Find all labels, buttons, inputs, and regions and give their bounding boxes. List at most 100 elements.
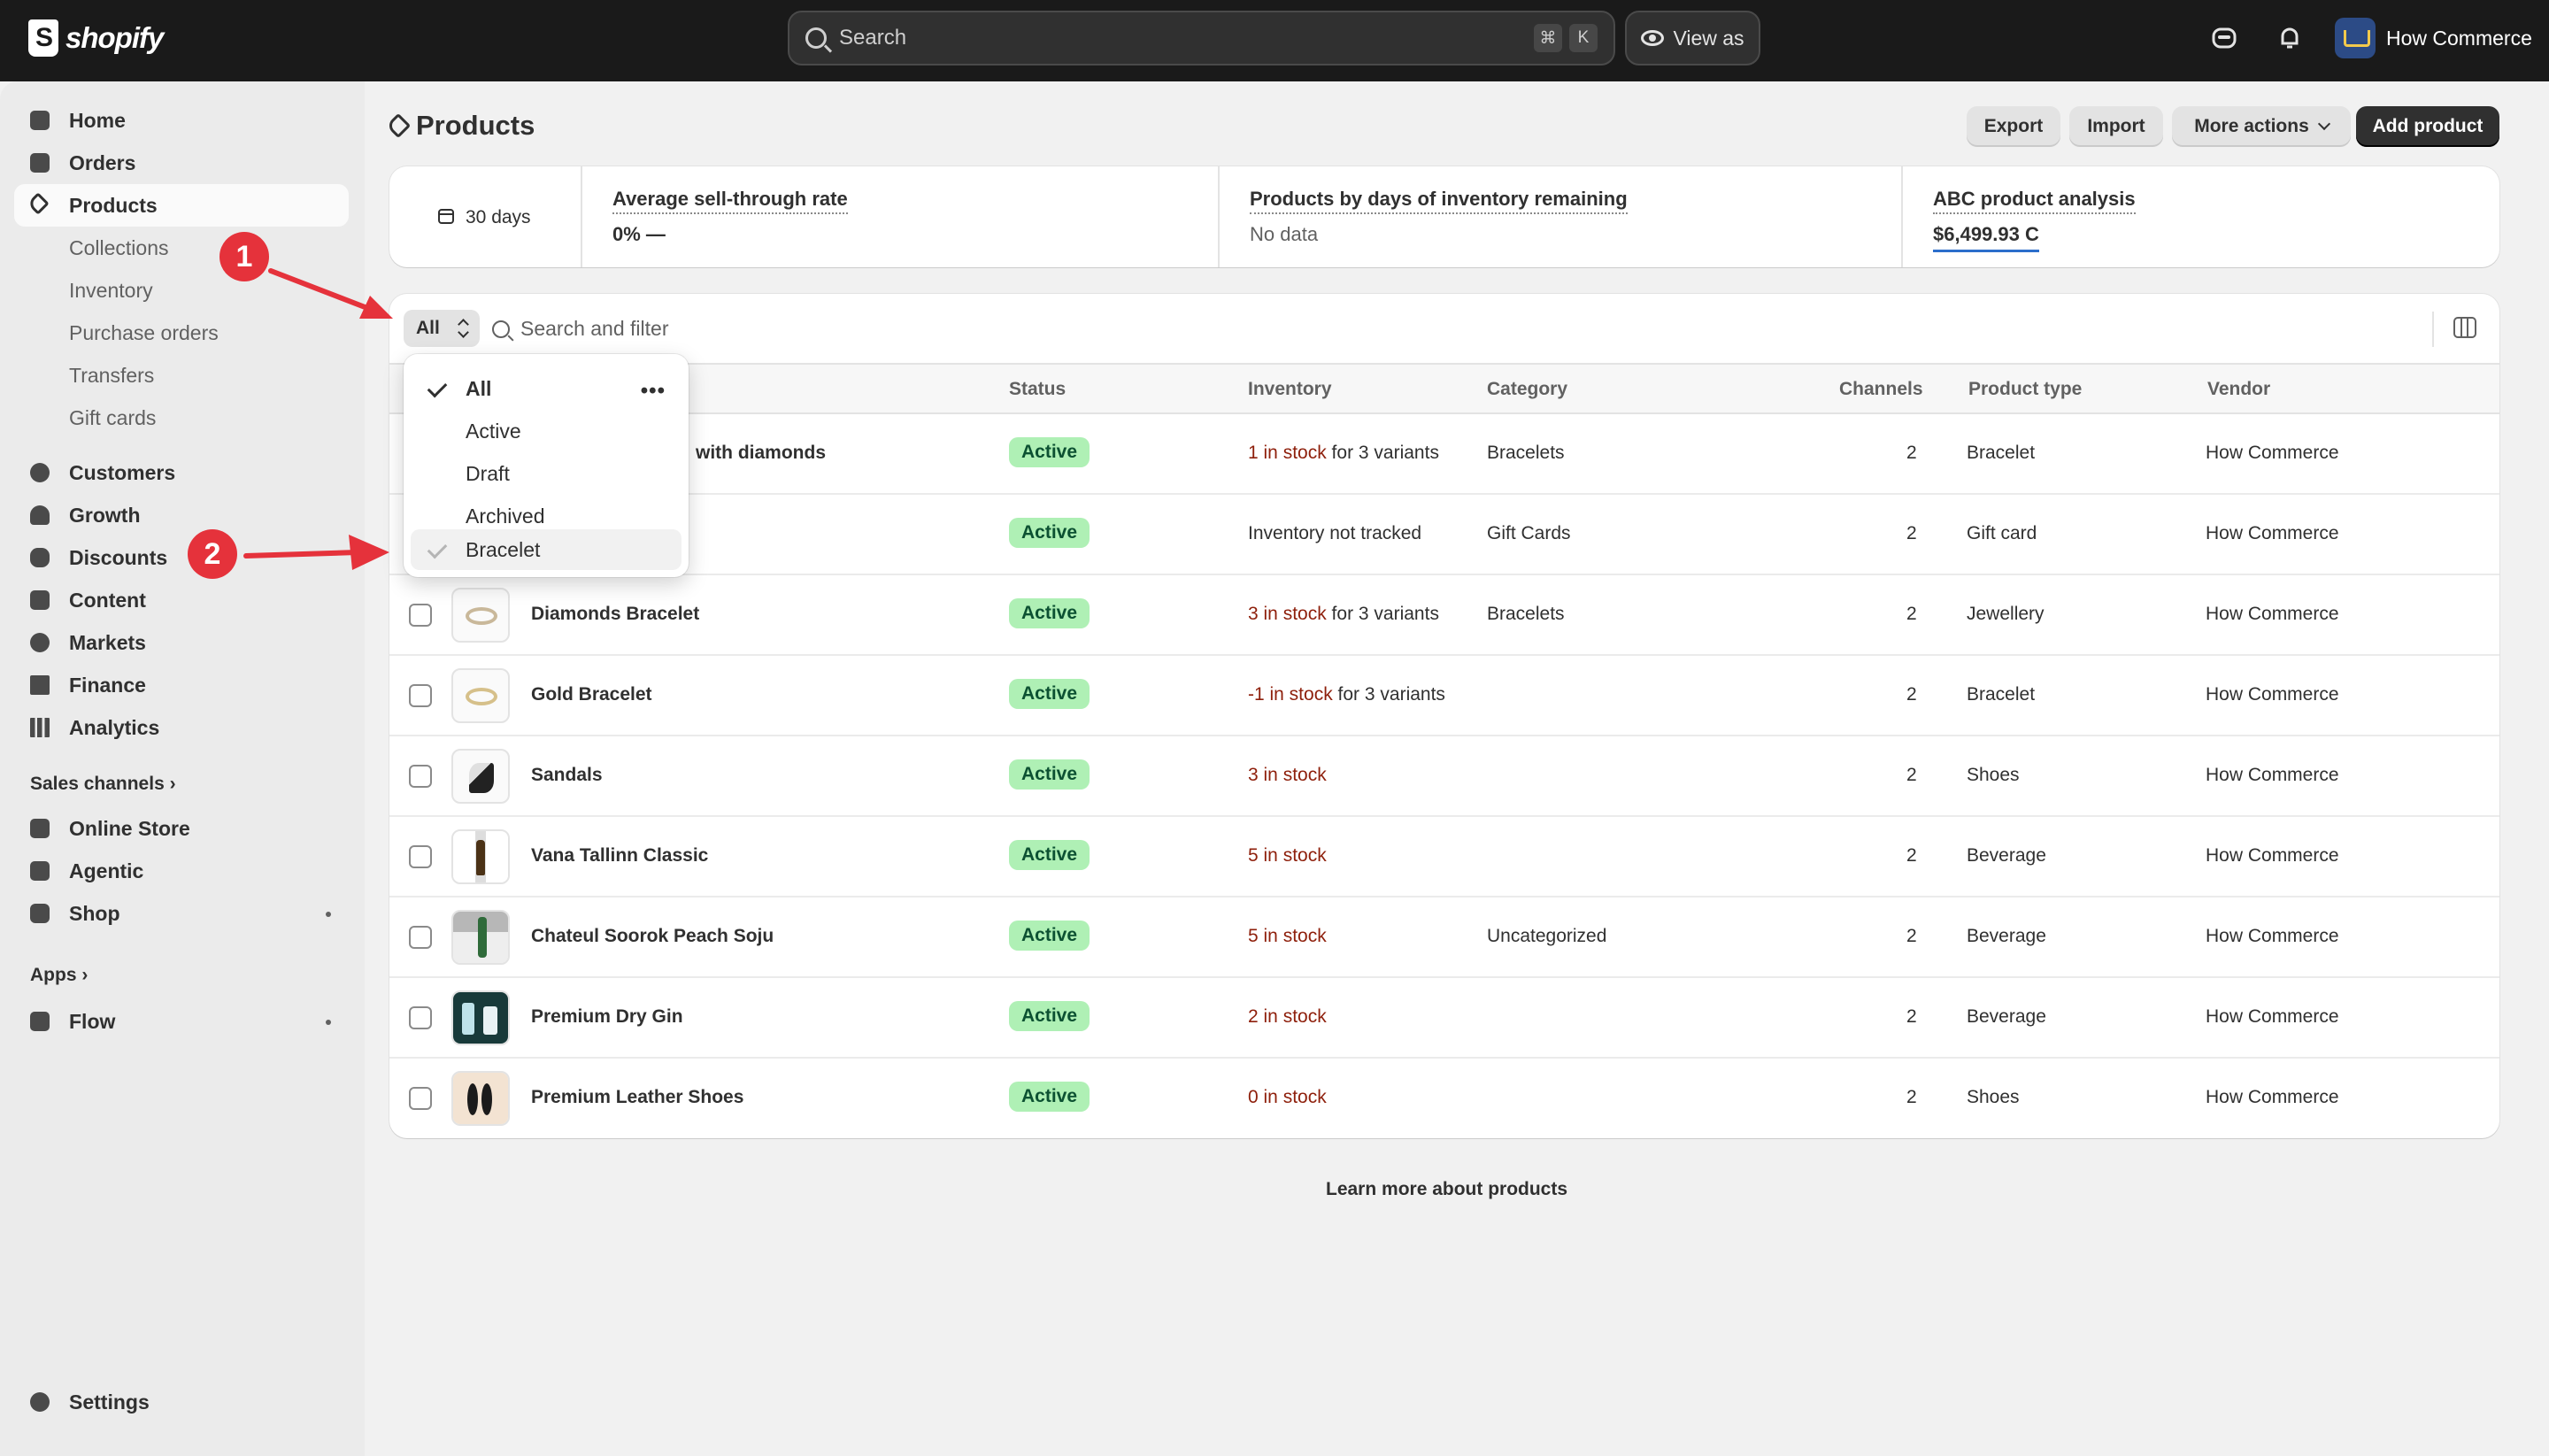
dropdown-item-bracelet[interactable]: Bracelet: [411, 529, 682, 570]
row-checkbox[interactable]: [409, 1006, 432, 1029]
header-channels[interactable]: Channels: [1839, 379, 1923, 400]
row-checkbox[interactable]: [409, 845, 432, 868]
row-checkbox[interactable]: [409, 1087, 432, 1110]
more-horizontal-icon[interactable]: •••: [641, 379, 666, 404]
add-product-button[interactable]: Add product: [2356, 106, 2499, 147]
header-status[interactable]: Status: [1009, 379, 1066, 400]
sidebar-item-settings[interactable]: Settings: [14, 1381, 349, 1423]
sidekick-icon[interactable]: [2211, 25, 2237, 51]
sidebar-item-gift-cards[interactable]: Gift cards: [14, 397, 349, 439]
header-product-type[interactable]: Product type: [1968, 379, 2082, 400]
sidebar-item-home[interactable]: Home: [14, 99, 349, 142]
dropdown-item-label: All: [466, 376, 492, 400]
product-type-cell: Shoes: [1967, 765, 2020, 785]
table-row[interactable]: Premium Dry Gin Active 2 in stock 2 Beverage…: [389, 978, 2499, 1059]
channels-cell: 2: [1906, 765, 1917, 785]
sidebar-item-online-store[interactable]: Online Store: [14, 807, 349, 850]
dropdown-item-draft[interactable]: Draft: [411, 453, 682, 494]
product-name[interactable]: Premium Leather Shoes: [531, 1087, 743, 1108]
sidebar-item-customers[interactable]: Customers: [14, 451, 349, 494]
product-thumbnail[interactable]: [451, 829, 510, 884]
metric-abc-analysis[interactable]: ABC product analysis $6,499.93 C: [1903, 166, 2499, 267]
gear-icon: [30, 1392, 50, 1412]
shopify-logo[interactable]: shopify: [28, 19, 164, 57]
header-vendor[interactable]: Vendor: [2207, 379, 2270, 400]
product-type-cell: Beverage: [1967, 1006, 2046, 1027]
table-row[interactable]: Sandals Active 3 in stock 2 Shoes How Commerc…: [389, 736, 2499, 817]
sidebar-item-finance[interactable]: Finance: [14, 664, 349, 706]
table-row[interactable]: Diamonds Bracelet Active 3 in stock for 3 …: [389, 575, 2499, 656]
table-row[interactable]: Chateul Soorok Peach Soju Active 5 in stoc…: [389, 897, 2499, 978]
inventory-cell: 3 in stock for 3 variants: [1248, 604, 1439, 625]
apps-heading[interactable]: Apps ›: [30, 965, 88, 986]
category-cell: Gift Cards: [1487, 523, 1571, 543]
sidebar-item-flow[interactable]: Flow: [14, 1000, 349, 1043]
dropdown-item-all[interactable]: All •••: [411, 368, 682, 409]
view-as-button[interactable]: View as: [1625, 11, 1760, 65]
columns-icon[interactable]: [2453, 317, 2476, 338]
table-row[interactable]: Gold Bracelet Active -1 in stock for 3 var…: [389, 656, 2499, 736]
metric-days-inventory[interactable]: Products by days of inventory remaining …: [1220, 166, 1903, 267]
more-actions-button[interactable]: More actions: [2172, 106, 2351, 147]
row-checkbox[interactable]: [409, 926, 432, 949]
product-name[interactable]: Sandals: [531, 765, 603, 786]
sidebar-item-orders[interactable]: Orders: [14, 142, 349, 184]
sidebar-item-label: Shop: [69, 901, 120, 925]
sales-channels-heading[interactable]: Sales channels ›: [30, 774, 176, 795]
home-icon: [30, 111, 50, 130]
table-row[interactable]: Vana Tallinn Classic Active 5 in stock 2 Bev…: [389, 817, 2499, 897]
product-name[interactable]: Chateul Soorok Peach Soju: [531, 926, 774, 947]
product-name[interactable]: Diamonds Bracelet: [531, 604, 699, 625]
row-checkbox[interactable]: [409, 765, 432, 788]
product-thumbnail[interactable]: [451, 668, 510, 723]
global-search-input[interactable]: Search ⌘ K: [788, 11, 1615, 65]
table-row[interactable]: Premium Leather Shoes Active 0 in stock 2 Sh…: [389, 1059, 2499, 1139]
sidebar-item-shop[interactable]: Shop: [14, 892, 349, 935]
sidebar-item-agentic[interactable]: Agentic: [14, 850, 349, 892]
product-thumbnail[interactable]: [451, 588, 510, 643]
channels-cell: 2: [1906, 926, 1917, 946]
import-button[interactable]: Import: [2069, 106, 2163, 147]
product-thumbnail[interactable]: [451, 990, 510, 1045]
row-checkbox[interactable]: [409, 684, 432, 707]
sidebar-item-markets[interactable]: Markets: [14, 621, 349, 664]
agentic-icon: [30, 861, 50, 881]
table-row[interactable]: Active Inventory not tracked Gift Cards 2 Gi…: [389, 495, 2499, 575]
product-name[interactable]: with diamonds: [696, 443, 826, 464]
product-thumbnail[interactable]: [451, 910, 510, 965]
product-type-cell: Beverage: [1967, 926, 2046, 946]
header-category[interactable]: Category: [1487, 379, 1567, 400]
product-type-cell: Jewellery: [1967, 604, 2045, 624]
header-inventory[interactable]: Inventory: [1248, 379, 1332, 400]
metric-label: ABC product analysis: [1933, 188, 2136, 214]
product-thumbnail[interactable]: [451, 749, 510, 804]
page-title: Products: [385, 110, 535, 142]
row-checkbox[interactable]: [409, 604, 432, 627]
sidebar-item-label: Flow: [69, 1009, 116, 1033]
sidebar-item-content[interactable]: Content: [14, 579, 349, 621]
product-name[interactable]: Gold Bracelet: [531, 684, 652, 705]
date-range-picker[interactable]: 30 days: [389, 166, 582, 267]
export-button[interactable]: Export: [1967, 106, 2060, 147]
metric-sell-through[interactable]: Average sell-through rate 0% —: [582, 166, 1220, 267]
search-filter-input[interactable]: Search and filter: [492, 317, 668, 341]
sidebar-item-products[interactable]: Products: [14, 184, 349, 227]
bell-icon[interactable]: [2276, 25, 2303, 51]
products-table: All Search and filter Status Inventory C…: [389, 294, 2499, 1138]
sidebar-item-collections[interactable]: Collections: [14, 227, 349, 269]
filter-tab-select[interactable]: All: [404, 310, 480, 347]
product-name[interactable]: Vana Tallinn Classic: [531, 845, 708, 867]
sidebar-item-transfers[interactable]: Transfers: [14, 354, 349, 397]
channels-cell: 2: [1906, 523, 1917, 543]
stock-extra: for 3 variants: [1326, 443, 1439, 463]
product-thumbnail[interactable]: [451, 1071, 510, 1126]
store-menu[interactable]: How Commerce: [2335, 18, 2532, 58]
sidebar-item-analytics[interactable]: Analytics: [14, 706, 349, 749]
dropdown-item-active[interactable]: Active: [411, 411, 682, 451]
learn-more-link[interactable]: Learn more about products: [1326, 1179, 1567, 1200]
table-row[interactable]: with diamonds Active 1 in stock for 3 vari…: [389, 414, 2499, 495]
divider: [2432, 312, 2434, 347]
sidebar-item-label: Settings: [69, 1390, 150, 1414]
product-name[interactable]: Premium Dry Gin: [531, 1006, 683, 1028]
category-cell: Bracelets: [1487, 604, 1565, 624]
